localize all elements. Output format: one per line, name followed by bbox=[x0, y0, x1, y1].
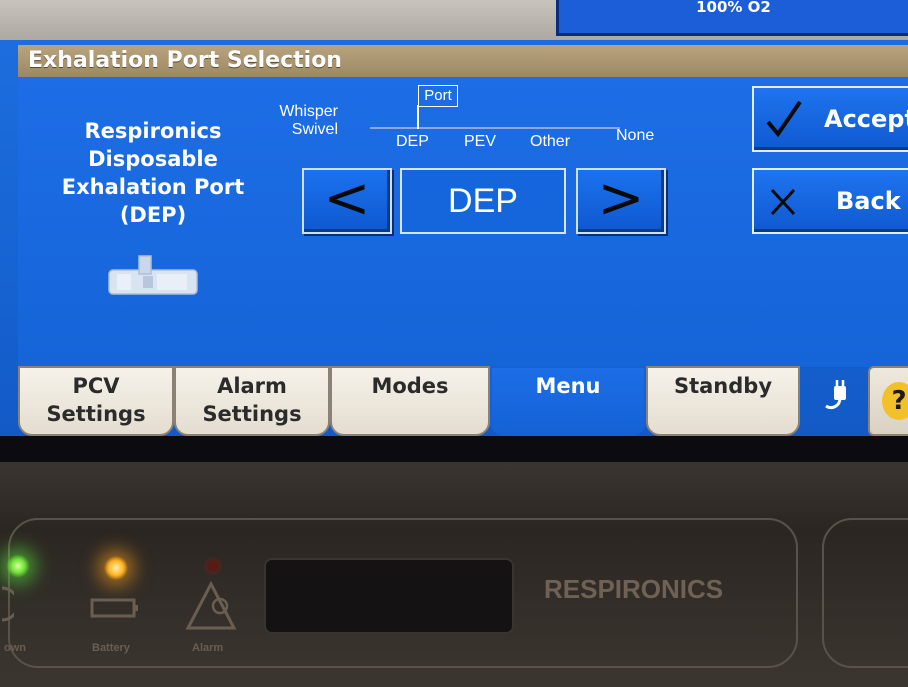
oxygen-status-text: 100% O2 bbox=[696, 0, 771, 16]
front-panel-outline-right bbox=[822, 518, 908, 668]
alarm-led bbox=[207, 560, 219, 572]
tab-label: Standby bbox=[673, 374, 773, 398]
tab-label: Settings bbox=[46, 402, 146, 426]
screen-bottom-strip bbox=[0, 436, 908, 462]
tab-label: Settings bbox=[202, 402, 302, 426]
previous-port-button[interactable]: < bbox=[302, 168, 392, 234]
port-description-line: Exhalation Port bbox=[61, 175, 245, 199]
oxygen-status-box: 100% O2 bbox=[556, 0, 908, 36]
scale-option-pev[interactable]: PEV bbox=[464, 133, 496, 151]
power-label: own bbox=[4, 642, 26, 654]
tab-label: Alarm bbox=[217, 374, 287, 398]
back-button[interactable]: Back bbox=[752, 168, 908, 234]
port-description: Respironics Disposable Exhalation Port (… bbox=[48, 117, 258, 229]
help-icon: ? bbox=[882, 382, 908, 420]
back-label: Back bbox=[836, 187, 901, 215]
checkmark-icon bbox=[766, 100, 802, 138]
port-value-display: DEP bbox=[400, 168, 566, 234]
alarm-label: Alarm bbox=[192, 642, 224, 654]
port-marker-stem bbox=[417, 105, 419, 129]
power-led bbox=[6, 554, 30, 578]
port-description-line: (DEP) bbox=[119, 203, 187, 227]
page-title: Exhalation Port Selection bbox=[18, 45, 908, 77]
tab-modes[interactable]: Modes bbox=[330, 366, 490, 436]
accept-label: Accept bbox=[824, 105, 908, 133]
accept-button[interactable]: Accept bbox=[752, 86, 908, 152]
battery-label: Battery bbox=[92, 642, 130, 654]
ac-power-plug-icon bbox=[825, 380, 846, 410]
tab-pcv-settings[interactable]: PCV Settings bbox=[18, 366, 174, 436]
tab-alarm-settings[interactable]: Alarm Settings bbox=[174, 366, 330, 436]
alarm-bell-icon bbox=[185, 580, 237, 630]
port-marker-label: Port bbox=[418, 85, 458, 107]
tab-label: PCV bbox=[72, 374, 120, 398]
battery-led bbox=[104, 556, 128, 580]
exhalation-port-image bbox=[108, 255, 198, 295]
port-scale-line bbox=[370, 127, 620, 129]
scale-label-text: Swivel bbox=[291, 121, 338, 138]
secondary-display-window bbox=[264, 558, 514, 634]
tab-label: Modes bbox=[371, 374, 449, 398]
power-icon bbox=[1, 586, 14, 622]
port-description-line: Respironics bbox=[84, 119, 222, 143]
close-icon bbox=[770, 188, 796, 216]
next-port-button[interactable]: > bbox=[576, 168, 666, 234]
port-description-line: Disposable bbox=[88, 147, 218, 171]
tab-standby[interactable]: Standby bbox=[646, 366, 800, 436]
scale-option-none[interactable]: None bbox=[616, 127, 654, 145]
battery-icon bbox=[90, 598, 138, 618]
scale-option-dep[interactable]: DEP bbox=[396, 133, 429, 151]
scale-option-other[interactable]: Other bbox=[530, 133, 570, 151]
tab-label: Menu bbox=[535, 374, 601, 398]
tab-menu[interactable]: Menu bbox=[490, 366, 646, 436]
ventilator-screen: 100% O2 Exhalation Port Selection Respir… bbox=[0, 0, 908, 462]
brand-logo-text: RESPIRONICS bbox=[544, 574, 724, 604]
scale-option-whisper-swivel[interactable]: Whisper Swivel bbox=[258, 103, 338, 139]
help-button[interactable]: ? bbox=[868, 366, 908, 436]
scale-label-text: Whisper bbox=[279, 103, 338, 120]
